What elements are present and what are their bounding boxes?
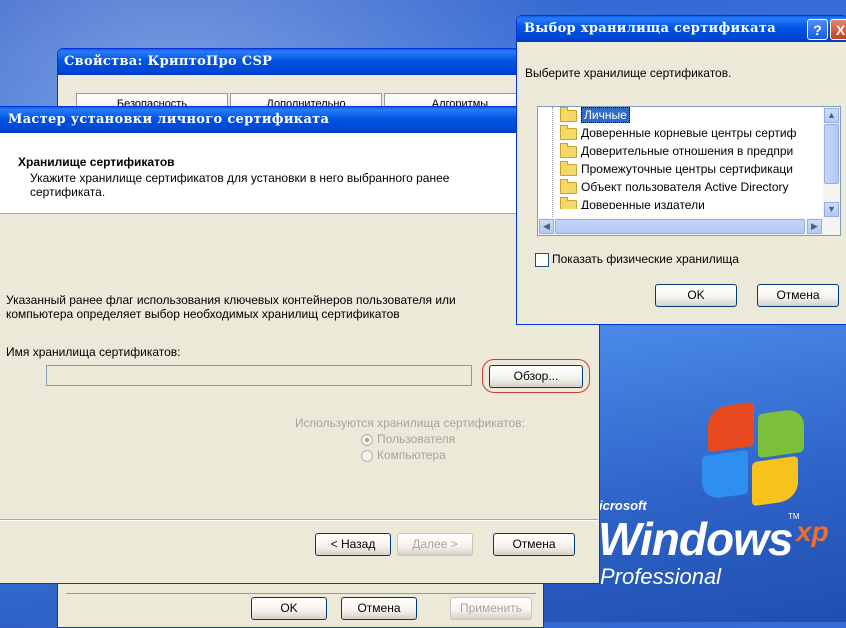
- scroll-thumb[interactable]: [824, 124, 839, 184]
- store-item-enterprise-trust[interactable]: Доверительные отношения в предпри: [560, 142, 794, 160]
- store-item-label: Личные: [581, 107, 630, 123]
- scroll-left-icon[interactable]: ◀: [539, 219, 554, 234]
- store-item-label: Объект пользователя Active Directory: [581, 180, 789, 194]
- used-stores-label: Используются хранилища сертификатов:: [295, 416, 525, 430]
- props-ok-button[interactable]: OK: [251, 597, 327, 620]
- wizard-cancel-button[interactable]: Отмена: [493, 533, 575, 556]
- brand-edition: Professional: [600, 564, 722, 589]
- radio-user[interactable]: [361, 433, 373, 446]
- brand-microsoft: icrosoft: [599, 498, 647, 513]
- tree-horizontal-scrollbar[interactable]: ◀ ▶: [538, 218, 840, 235]
- wizard-header: Хранилище сертификатов Укажите хранилище…: [0, 133, 598, 214]
- show-physical-checkbox[interactable]: [535, 252, 549, 267]
- store-dialog-prompt: Выберите хранилище сертификатов.: [525, 66, 732, 80]
- props-title: Свойства: КриптоПро CSP: [64, 54, 273, 69]
- scroll-up-icon[interactable]: ▲: [824, 108, 839, 123]
- radio-user-label: Пользователя: [377, 432, 456, 446]
- show-physical-row[interactable]: Показать физические хранилища: [535, 252, 739, 267]
- folder-icon: [560, 160, 577, 176]
- store-item-intermediate[interactable]: Промежуточные центры сертификаци: [560, 160, 793, 178]
- store-name-label: Имя хранилища сертификатов:: [6, 345, 181, 359]
- store-item-trusted-root[interactable]: Доверенные корневые центры сертиф: [560, 124, 797, 142]
- store-item-ad-user[interactable]: Объект пользователя Active Directory: [560, 178, 789, 196]
- wizard-header-title: Хранилище сертификатов: [18, 155, 175, 169]
- props-tab-panel: [66, 593, 536, 594]
- close-icon: X: [835, 22, 846, 38]
- props-titlebar: Свойства: КриптоПро CSP: [58, 49, 543, 75]
- store-name-field[interactable]: [46, 365, 472, 386]
- brand-xp: xp: [796, 516, 829, 547]
- folder-icon: [560, 142, 577, 158]
- windows-flag-logo: [700, 401, 810, 507]
- wizard-divider: [0, 519, 598, 521]
- wizard-header-desc: Укажите хранилище сертификатов для устан…: [30, 171, 450, 199]
- scroll-right-icon[interactable]: ▶: [807, 219, 822, 234]
- store-item-label: Промежуточные центры сертификаци: [581, 162, 793, 176]
- scroll-down-icon[interactable]: ▼: [824, 202, 839, 217]
- brand-windows: Windows: [598, 513, 793, 565]
- store-cancel-button[interactable]: Отмена: [757, 284, 839, 307]
- store-dialog-titlebar: Выбор хранилища сертификата: [517, 16, 846, 42]
- wizard-titlebar: Мастер установки личного сертификата: [0, 107, 599, 133]
- store-select-dialog: Выбор хранилища сертификата ? X Выберите…: [516, 15, 846, 325]
- radio-computer-label: Компьютера: [377, 448, 446, 462]
- store-item-trusted-publishers[interactable]: Доверенные издатели: [560, 197, 705, 209]
- hscroll-thumb[interactable]: [555, 219, 805, 234]
- props-apply-button[interactable]: Применить: [450, 597, 532, 620]
- browse-button[interactable]: Обзор...: [489, 365, 583, 388]
- folder-icon: [560, 124, 577, 140]
- tree-vertical-scrollbar[interactable]: ▲ ▼: [823, 107, 840, 219]
- tree-guide-line: [552, 107, 553, 217]
- close-button[interactable]: X: [830, 19, 846, 40]
- store-item-label: Доверенные издатели: [581, 198, 705, 209]
- back-button[interactable]: < Назад: [315, 533, 391, 556]
- help-icon: ?: [813, 22, 822, 38]
- certificate-install-wizard: Мастер установки личного сертификата Хра…: [0, 106, 600, 584]
- store-item-label: Доверительные отношения в предпри: [581, 144, 794, 158]
- store-ok-button[interactable]: OK: [655, 284, 737, 307]
- store-tree[interactable]: Личные Доверенные корневые центры сертиф…: [537, 106, 841, 236]
- store-item-label: Доверенные корневые центры сертиф: [581, 126, 797, 140]
- store-item-personal[interactable]: Личные: [560, 107, 630, 124]
- wizard-info-text: Указанный ранее флаг использования ключе…: [6, 293, 456, 321]
- folder-icon: [560, 107, 577, 122]
- wizard-title: Мастер установки личного сертификата: [8, 112, 330, 127]
- radio-computer-row[interactable]: Компьютера: [361, 448, 446, 462]
- radio-computer[interactable]: [361, 449, 373, 462]
- next-button[interactable]: Далее >: [397, 533, 473, 556]
- folder-icon: [560, 197, 577, 209]
- help-button[interactable]: ?: [807, 19, 828, 40]
- folder-icon: [560, 178, 577, 194]
- radio-user-row[interactable]: Пользователя: [361, 432, 455, 446]
- props-cancel-button[interactable]: Отмена: [341, 597, 417, 620]
- store-dialog-title: Выбор хранилища сертификата: [524, 21, 776, 36]
- show-physical-label: Показать физические хранилища: [552, 252, 739, 266]
